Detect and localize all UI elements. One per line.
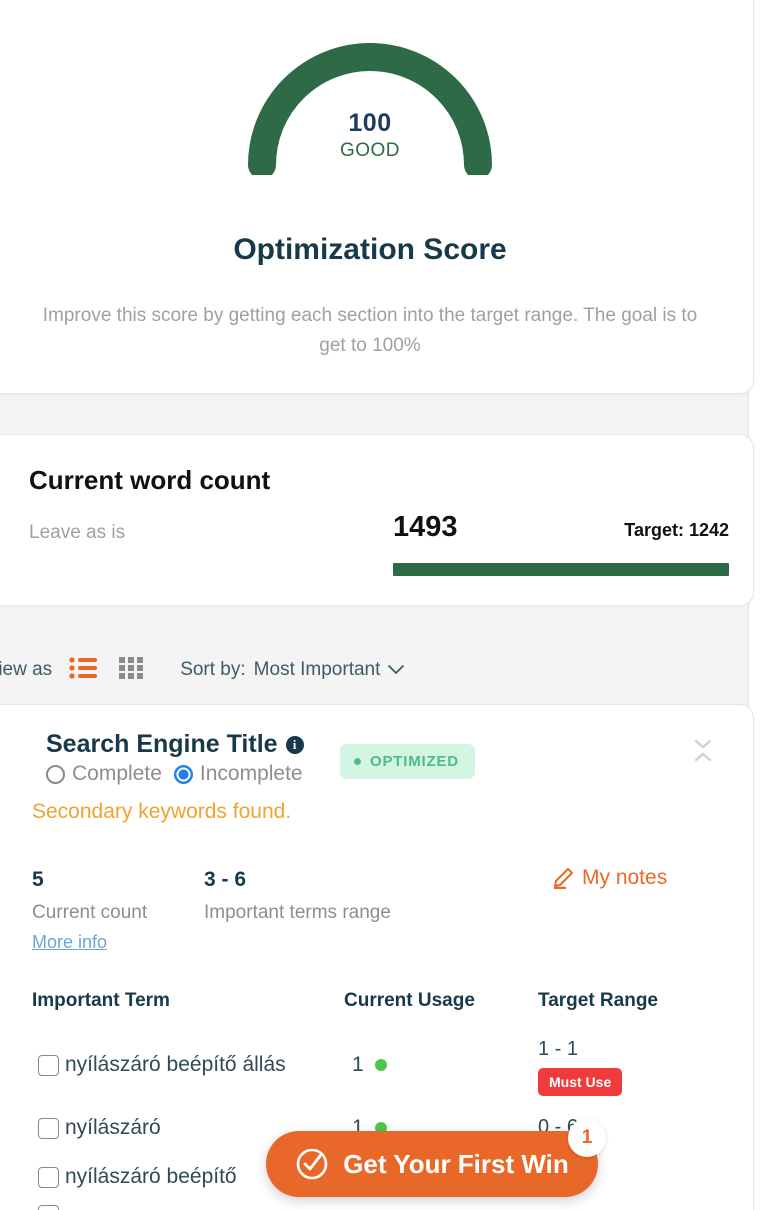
optimization-score-title: Optimization Score [233,233,507,266]
word-count-status: Leave as is [29,522,126,543]
radio-complete-dot [46,764,65,784]
chevron-up-icon [694,751,712,761]
usage-status-dot-icon [374,1059,387,1071]
row-checkbox[interactable] [38,1118,59,1139]
view-as-label: View as [0,659,53,680]
row-usage-value: 1 [352,1053,364,1076]
gauge-rating-label: GOOD [339,140,401,161]
row-term: nyílászáró beépítő [65,1165,237,1188]
word-count-progress-track [393,563,729,576]
info-icon[interactable]: i [285,735,304,754]
section-title-text: Search Engine Title [46,730,278,758]
status-dot-icon [354,758,361,765]
word-count-value: 1493 [393,511,458,543]
metric-terms-range-value: 3 - 6 [204,868,247,891]
chevron-down-icon [694,739,712,749]
radio-complete-label: Complete [72,762,162,785]
row-checkbox[interactable] [38,1055,59,1076]
word-count-title: Current word count [29,465,271,495]
optimization-score-card: 100 GOOD Optimization Score Improve this… [0,0,754,394]
sort-by-value[interactable]: Most Important [254,659,381,681]
metric-terms-range-label: Important terms range [204,902,391,923]
row-term: nyílászáró [65,1116,161,1139]
section-warning-text: Secondary keywords found. [32,800,292,823]
row-usage: 1 [352,1053,387,1077]
radio-complete[interactable]: Complete [46,762,162,786]
collapse-toggle[interactable] [690,726,716,774]
word-count-target: Target: 1242 [624,520,729,540]
subtitle-line-1: Improve this score by getting each secti… [42,305,579,326]
status-badge-optimized[interactable]: OPTIMIZED [340,744,475,779]
radio-incomplete[interactable]: Incomplete [173,762,303,786]
my-notes-label: My notes [582,866,668,889]
row-checkbox[interactable] [38,1205,59,1210]
must-use-badge[interactable]: Must Use [538,1068,623,1096]
table-header-usage: Current Usage [344,990,475,1011]
status-badge-label: OPTIMIZED [370,753,459,770]
table-header-term: Important Term [32,990,170,1011]
sort-by-label: Sort by: [180,659,246,680]
metric-current-count-label: Current count [32,902,148,923]
section-title: Search Engine Title i [46,730,304,759]
radio-incomplete-dot [173,764,193,784]
grid-view-icon[interactable] [118,655,146,686]
my-notes-button[interactable]: My notes [552,866,667,890]
table-header-range: Target Range [538,990,659,1011]
row-target-range: 1 - 1 [538,1038,579,1060]
word-count-card: Current word count Leave as is 1493 Targ… [0,434,754,606]
chevron-down-icon[interactable] [388,662,405,679]
get-first-win-button[interactable]: Get Your First Win 1 [266,1119,606,1197]
word-count-progress-fill [393,563,729,576]
cta-notification-badge: 1 [568,1119,606,1157]
row-term: nyílászáró beépítő állás [65,1053,286,1076]
view-toolbar: View as Sort by: Most Important [0,650,686,690]
metric-current-count-value: 5 [32,868,44,891]
cta-label: Get Your First Win [343,1148,569,1179]
radio-incomplete-label: Incomplete [199,762,303,785]
optimization-score-subtitle: Improve this score by getting each secti… [27,301,713,361]
completion-radio-group: Complete Incomplete [46,762,303,786]
list-view-icon[interactable] [68,655,98,686]
more-info-link[interactable]: More info [32,932,107,953]
pencil-icon [553,868,573,889]
row-checkbox[interactable] [38,1167,59,1188]
check-circle-icon [296,1148,328,1180]
gauge-wrapper: 100 GOOD [0,27,753,175]
gauge-score-value: 100 [348,109,392,137]
optimization-gauge: 100 GOOD [240,27,500,175]
